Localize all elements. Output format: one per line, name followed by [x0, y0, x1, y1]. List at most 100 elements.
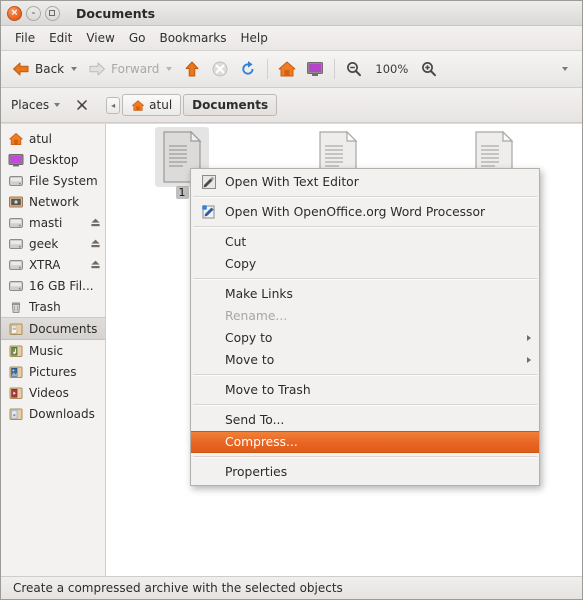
menubar-item-view[interactable]: View — [79, 28, 121, 48]
breadcrumb-label: atul — [149, 98, 173, 112]
sidebar-item-label: atul — [29, 131, 52, 146]
stop-button[interactable] — [206, 57, 234, 81]
zoom-in-button[interactable] — [415, 57, 443, 81]
menu-item-label: Send To... — [225, 413, 285, 427]
menu-item-label: Copy — [225, 257, 257, 271]
menu-separator — [193, 196, 537, 198]
menu-item-move-to[interactable]: Move to — [191, 349, 539, 371]
sidebar-item-downloads[interactable]: Downloads — [1, 403, 105, 424]
sidebar-item-videos[interactable]: Videos — [1, 382, 105, 403]
forward-label: Forward — [111, 62, 160, 76]
pathbar: Places ◂ atul Documents — [1, 88, 582, 123]
breadcrumb: ◂ atul Documents — [106, 94, 278, 116]
drive-icon — [8, 278, 24, 294]
close-window-button[interactable]: × — [7, 5, 22, 21]
folder-music-icon — [8, 343, 24, 359]
trash-icon — [8, 299, 24, 315]
minimize-window-button[interactable]: – — [26, 5, 41, 21]
sidebar-item-label: File System — [29, 173, 98, 188]
eject-icon[interactable] — [90, 217, 101, 228]
sidebar-item-label: Desktop — [29, 152, 79, 167]
menu-item-open-with-openoffice-writer[interactable]: Open With OpenOffice.org Word Processor — [191, 201, 539, 223]
places-dropdown[interactable]: Places — [7, 96, 64, 114]
sidebar-item-16gb-filesystem[interactable]: 16 GB Fil... — [1, 275, 105, 296]
menu-item-move-to-trash[interactable]: Move to Trash — [191, 379, 539, 401]
sidebar-item-trash[interactable]: Trash — [1, 296, 105, 317]
menu-item-label: Rename... — [225, 309, 288, 323]
toolbar-separator-2 — [334, 59, 336, 79]
home-icon — [278, 61, 296, 77]
menu-item-open-with-text-editor[interactable]: Open With Text Editor — [191, 171, 539, 193]
sidebar-item-label: Downloads — [29, 406, 95, 421]
menubar-item-file[interactable]: File — [8, 28, 42, 48]
breadcrumb-label: Documents — [192, 98, 269, 112]
computer-button[interactable] — [301, 57, 329, 81]
menubar-item-help[interactable]: Help — [234, 28, 275, 48]
back-arrow-icon — [13, 62, 29, 76]
submenu-arrow-icon — [527, 335, 531, 341]
sidebar-item-masti[interactable]: masti — [1, 212, 105, 233]
menubar: File Edit View Go Bookmarks Help — [1, 26, 582, 51]
menu-item-label: Cut — [225, 235, 247, 249]
drive-icon — [8, 173, 24, 189]
close-small-icon — [77, 100, 88, 110]
file-manager-window: × – Documents File Edit View Go Bookmark… — [0, 0, 583, 600]
close-sidebar-button[interactable] — [74, 97, 90, 113]
sidebar-item-geek[interactable]: geek — [1, 233, 105, 254]
sidebar-item-music[interactable]: Music — [1, 340, 105, 361]
back-dropdown-caret[interactable] — [71, 67, 78, 71]
back-button[interactable]: Back — [7, 57, 68, 81]
places-label: Places — [11, 98, 50, 112]
menubar-item-go[interactable]: Go — [122, 28, 153, 48]
menu-item-label: Move to Trash — [225, 383, 311, 397]
file-name-label: 1 — [175, 186, 189, 199]
sidebar-item-atul[interactable]: atul — [1, 128, 105, 149]
sidebar-item-xtra[interactable]: XTRA — [1, 254, 105, 275]
menu-item-compress[interactable]: Compress... — [191, 431, 539, 453]
status-text: Create a compressed archive with the sel… — [13, 581, 343, 595]
menu-separator — [193, 456, 537, 458]
sidebar-item-network[interactable]: Network — [1, 191, 105, 212]
zoom-in-icon — [422, 62, 437, 77]
menu-item-label: Open With OpenOffice.org Word Processor — [225, 205, 486, 219]
menu-item-cut[interactable]: Cut — [191, 231, 539, 253]
forward-dropdown-caret[interactable] — [166, 67, 173, 71]
menu-item-make-links[interactable]: Make Links — [191, 283, 539, 305]
toolbar-overflow-caret[interactable] — [562, 67, 568, 71]
statusbar: Create a compressed archive with the sel… — [1, 576, 582, 599]
menu-item-copy[interactable]: Copy — [191, 253, 539, 275]
sidebar-item-label: Network — [29, 194, 80, 209]
sidebar-item-label: Music — [29, 343, 64, 358]
menu-item-copy-to[interactable]: Copy to — [191, 327, 539, 349]
menubar-item-bookmarks[interactable]: Bookmarks — [152, 28, 233, 48]
menu-separator — [193, 404, 537, 406]
sidebar-item-desktop[interactable]: Desktop — [1, 149, 105, 170]
eject-icon[interactable] — [90, 238, 101, 249]
sidebar-item-file-system[interactable]: File System — [1, 170, 105, 191]
breadcrumb-item-documents[interactable]: Documents — [183, 94, 278, 116]
forward-button[interactable]: Forward — [83, 57, 163, 81]
menubar-item-edit[interactable]: Edit — [42, 28, 79, 48]
breadcrumb-scroll-left[interactable]: ◂ — [106, 96, 121, 114]
sidebar-item-label: 16 GB Fil... — [29, 278, 94, 293]
up-button[interactable] — [178, 57, 206, 81]
sidebar-item-label: geek — [29, 236, 59, 251]
menu-item-properties[interactable]: Properties — [191, 461, 539, 483]
home-button[interactable] — [273, 57, 301, 81]
drive-icon — [8, 257, 24, 273]
submenu-arrow-icon — [527, 357, 531, 363]
menu-item-label: Move to — [225, 353, 275, 367]
desktop-icon — [8, 152, 24, 168]
menu-separator — [193, 278, 537, 280]
sidebar-item-documents[interactable]: Documents — [1, 317, 105, 340]
menu-item-rename: Rename... — [191, 305, 539, 327]
breadcrumb-item-atul[interactable]: atul — [122, 94, 182, 116]
minimize-icon: – — [31, 8, 36, 17]
maximize-window-button[interactable] — [45, 5, 60, 21]
menu-item-send-to[interactable]: Send To... — [191, 409, 539, 431]
zoom-out-button[interactable] — [340, 57, 368, 81]
sidebar-item-pictures[interactable]: Pictures — [1, 361, 105, 382]
network-icon — [8, 194, 24, 210]
eject-icon[interactable] — [90, 259, 101, 270]
reload-button[interactable] — [234, 57, 262, 81]
